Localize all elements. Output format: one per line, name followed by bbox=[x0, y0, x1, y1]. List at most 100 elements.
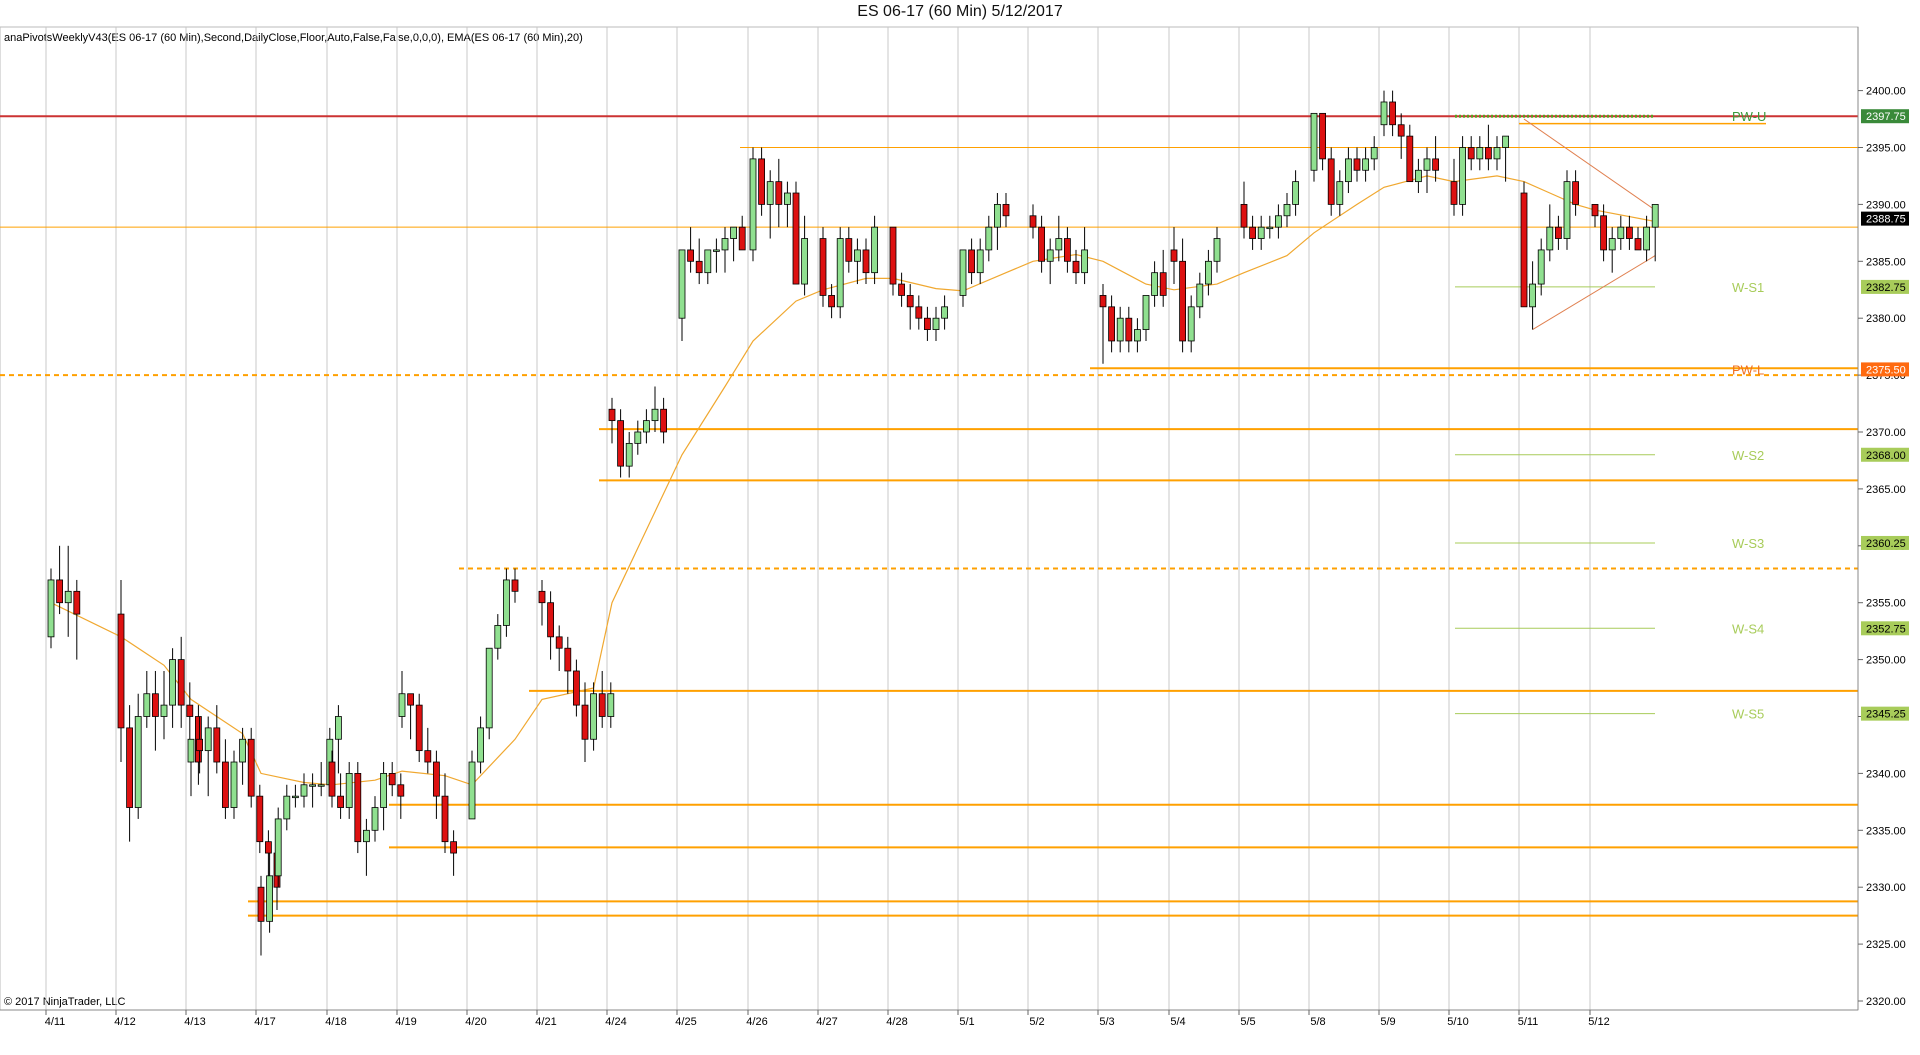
candle bbox=[1555, 215, 1562, 250]
candle-body bbox=[239, 738, 247, 763]
candle-body bbox=[617, 420, 624, 467]
candle bbox=[1125, 306, 1133, 353]
candle-body bbox=[854, 249, 861, 262]
candle bbox=[617, 409, 624, 478]
y-tick-label: 2400.00 bbox=[1866, 86, 1906, 98]
candle bbox=[1572, 170, 1579, 216]
candle bbox=[73, 579, 81, 660]
candle bbox=[1249, 215, 1256, 250]
candle bbox=[581, 682, 589, 763]
candle-body bbox=[704, 249, 712, 274]
candle bbox=[257, 875, 265, 956]
y-tick-label: 2320.00 bbox=[1866, 996, 1906, 1008]
candle-body bbox=[634, 431, 642, 444]
candle-body bbox=[721, 238, 729, 251]
candle-body bbox=[959, 249, 967, 296]
candle-body bbox=[538, 590, 546, 604]
candle-body bbox=[828, 295, 835, 308]
pivot-price-tag: 2345.25 bbox=[1866, 709, 1906, 721]
candle-body bbox=[380, 773, 388, 808]
candle bbox=[1038, 215, 1045, 273]
candle bbox=[1415, 158, 1422, 194]
candle bbox=[371, 796, 379, 842]
candle bbox=[1081, 227, 1088, 285]
candle bbox=[334, 705, 342, 774]
pivot-label: W-S5 bbox=[1732, 707, 1764, 722]
candle bbox=[1151, 261, 1158, 307]
x-tick-label: 4/21 bbox=[535, 1016, 556, 1028]
candle-body bbox=[581, 704, 589, 740]
candle-body bbox=[337, 795, 345, 808]
candle bbox=[1205, 249, 1212, 296]
candle-body bbox=[766, 181, 774, 205]
candle bbox=[1336, 170, 1344, 216]
y-tick-label: 2370.00 bbox=[1866, 427, 1906, 439]
candle-body bbox=[1345, 158, 1352, 183]
candle bbox=[1459, 136, 1466, 216]
candle bbox=[337, 773, 345, 819]
x-tick-label: 5/10 bbox=[1447, 1016, 1468, 1028]
pivot-price-tag: 2360.25 bbox=[1866, 538, 1906, 550]
candle-body bbox=[204, 727, 212, 752]
candle-body bbox=[1196, 283, 1204, 308]
candle bbox=[468, 750, 476, 820]
x-tick-label: 4/19 bbox=[395, 1016, 416, 1028]
candle-body bbox=[1591, 203, 1599, 217]
candle bbox=[994, 193, 1001, 250]
y-tick-label: 2355.00 bbox=[1866, 598, 1906, 610]
candle bbox=[590, 682, 597, 751]
candle-body bbox=[441, 795, 449, 843]
price-chart[interactable]: PW-U W-S1 PW-L W-S2 W-S3 W-S4 W-S5 2320.00 2325… bbox=[0, 0, 1920, 1055]
candle-body bbox=[362, 829, 370, 843]
pivot-price-tag: 2368.00 bbox=[1866, 450, 1906, 462]
y-tick-label: 2350.00 bbox=[1866, 655, 1906, 667]
candle bbox=[177, 636, 185, 728]
candle bbox=[47, 568, 55, 649]
x-tick-label: 5/1 bbox=[959, 1016, 974, 1028]
x-tick-label: 4/24 bbox=[605, 1016, 626, 1028]
x-tick-label: 5/5 bbox=[1240, 1016, 1255, 1028]
candle-body bbox=[889, 226, 897, 285]
candle bbox=[1502, 135, 1509, 182]
x-tick-label: 5/8 bbox=[1310, 1016, 1325, 1028]
candle bbox=[1266, 215, 1274, 239]
candle bbox=[1213, 227, 1221, 273]
candle-body bbox=[924, 317, 931, 330]
pivot-label: W-S3 bbox=[1732, 536, 1764, 551]
candle-body bbox=[1397, 124, 1405, 137]
candle bbox=[1476, 136, 1484, 171]
candle-body bbox=[388, 773, 396, 786]
candle bbox=[485, 647, 493, 740]
y-tick-label: 2325.00 bbox=[1866, 939, 1906, 951]
candle bbox=[836, 227, 844, 319]
candle bbox=[932, 306, 940, 341]
candle-body bbox=[687, 249, 694, 262]
candle-body bbox=[1423, 158, 1431, 171]
candle bbox=[230, 750, 238, 819]
candle bbox=[1310, 112, 1318, 182]
y-tick-label: 2335.00 bbox=[1866, 825, 1906, 837]
candle-body bbox=[143, 693, 151, 717]
pivot-label: W-S2 bbox=[1732, 448, 1764, 463]
candle bbox=[1327, 147, 1335, 216]
candle bbox=[134, 693, 142, 819]
candle bbox=[354, 762, 362, 854]
candle bbox=[1196, 272, 1204, 319]
candle bbox=[749, 147, 757, 262]
candle bbox=[1319, 112, 1326, 171]
candle-body bbox=[801, 238, 808, 285]
candle-body bbox=[1476, 147, 1484, 160]
x-tick-label: 5/2 bbox=[1029, 1016, 1044, 1028]
candle bbox=[1651, 203, 1659, 262]
candle bbox=[721, 227, 729, 273]
candle-body bbox=[256, 795, 264, 843]
candle bbox=[1275, 204, 1282, 239]
candle-body bbox=[976, 249, 984, 274]
candle-body bbox=[932, 317, 940, 330]
candle-body bbox=[221, 761, 229, 808]
candle-body bbox=[608, 408, 616, 422]
candle-body bbox=[1415, 169, 1422, 183]
candle-body bbox=[1099, 295, 1107, 308]
candle-body bbox=[511, 579, 519, 592]
candle bbox=[538, 579, 546, 626]
